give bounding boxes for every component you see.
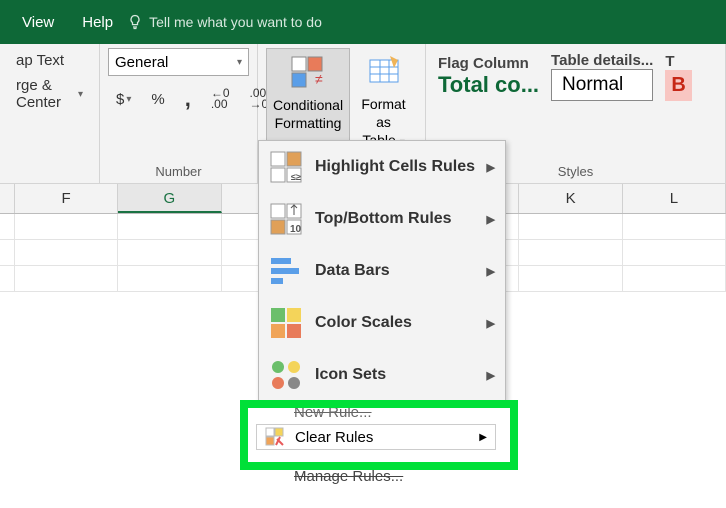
top-bottom-icon: 10 [269,202,303,236]
merge-center-button[interactable]: rge & Center ▾ [8,73,91,115]
format-table-icon [364,52,404,92]
caret-down-icon: ▾ [78,89,83,100]
style-flag-label: Flag Column [438,55,539,72]
col-header-f[interactable]: F [15,184,118,213]
chevron-right-icon: ▶ [479,432,487,443]
svg-text:≤≥: ≤≥ [291,172,301,182]
highlight-cells-icon: ≤≥ [269,150,303,184]
cond-format-label: Conditional [273,97,343,113]
menu-help[interactable]: Help [68,8,127,37]
menu-manage-rules-obscured: Manage Rules... [258,468,498,485]
menu-clear-rules[interactable]: Clear Rules ▶ [256,424,496,450]
title-bar: View Help Tell me what you want to do [0,0,726,44]
menu-new-rule-obscured: New Rule... [256,404,496,421]
menu-icon-sets[interactable]: Icon Sets▶ [259,349,505,401]
menu-data-bars[interactable]: Data Bars▶ [259,245,505,297]
chevron-right-icon: ▶ [487,213,495,226]
caret-down-icon: ▾ [237,57,242,68]
menu-highlight-cells[interactable]: ≤≥ Highlight Cells Rules▶ [259,141,505,193]
col-header-k[interactable]: K [519,184,622,213]
increase-decimal-button[interactable]: ←0.00 [203,84,238,114]
style-bad[interactable]: B [665,70,691,101]
chevron-right-icon: ▶ [487,161,495,174]
menu-view[interactable]: View [8,8,68,37]
currency-button[interactable]: $▾ [108,87,139,112]
data-bars-icon [269,254,303,288]
style-table-details-label: Table details... [551,52,653,69]
svg-text:10: 10 [290,224,302,235]
col-header-l[interactable]: L [623,184,726,213]
style-normal[interactable]: Normal [551,69,653,101]
svg-text:≠: ≠ [315,71,323,87]
group-alignment-label [8,177,91,181]
percent-button[interactable]: % [143,87,172,112]
comma-button[interactable]: , [177,82,199,116]
chevron-right-icon: ▶ [487,317,495,330]
icon-sets-icon [269,358,303,392]
style-total-label: Total co... [438,72,539,98]
menu-top-bottom[interactable]: 10 Top/Bottom Rules▶ [259,193,505,245]
chevron-right-icon: ▶ [487,265,495,278]
cell-styles-gallery[interactable]: Flag Column Total co... Table details...… [434,48,717,105]
col-header-g[interactable]: G [118,184,221,213]
wrap-text-button[interactable]: ap Text [8,48,91,73]
color-scales-icon [269,306,303,340]
tell-me-search[interactable]: Tell me what you want to do [127,14,322,30]
conditional-formatting-icon: ≠ [288,53,328,93]
style-t-label: T [665,53,691,70]
clear-rules-icon [265,427,285,447]
format-as-table-button[interactable]: Format asTable ▾ [350,48,417,154]
group-number-label: Number [108,162,249,181]
tell-me-label: Tell me what you want to do [149,14,322,30]
lightbulb-icon [127,14,143,30]
chevron-right-icon: ▶ [487,369,495,382]
conditional-formatting-menu: ≤≥ Highlight Cells Rules▶ 10 Top/Bottom … [258,140,506,402]
menu-color-scales[interactable]: Color Scales▶ [259,297,505,349]
number-format-dropdown[interactable]: General▾ [108,48,249,76]
